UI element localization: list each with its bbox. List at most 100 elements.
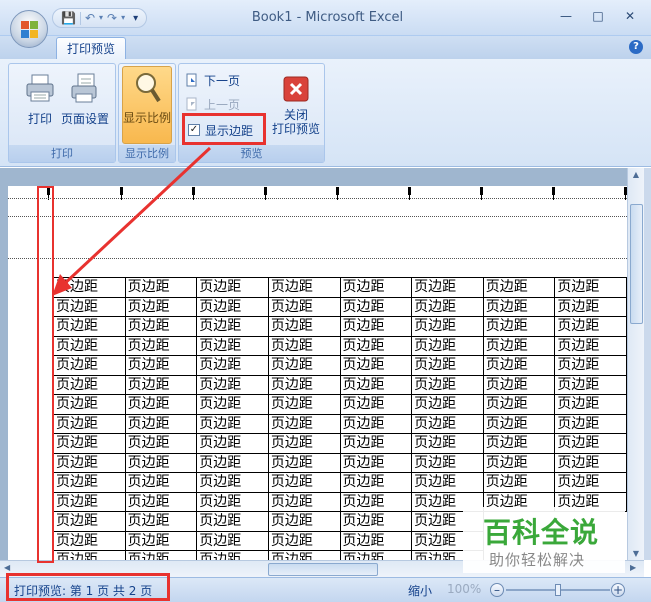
sheet-cell[interactable]: 页边距 [124, 374, 198, 395]
sheet-cell[interactable]: 页边距 [339, 433, 413, 454]
sheet-cell[interactable]: 页边距 [554, 316, 627, 337]
sheet-cell[interactable]: 页边距 [411, 433, 484, 454]
scroll-left-icon[interactable]: ◀ [4, 563, 10, 572]
sheet-cell[interactable]: 页边距 [554, 277, 627, 298]
vertical-scroll-thumb[interactable] [630, 204, 643, 324]
sheet-cell[interactable]: 页边距 [339, 374, 413, 395]
scroll-down-icon[interactable]: ▼ [631, 549, 641, 558]
sheet-cell[interactable]: 页边距 [267, 374, 341, 395]
zoom-button[interactable]: 显示比例 [122, 66, 172, 144]
sheet-cell[interactable]: 页边距 [482, 394, 556, 415]
sheet-cell[interactable]: 页边距 [124, 394, 198, 415]
sheet-cell[interactable]: 页边距 [554, 452, 627, 473]
sheet-cell[interactable]: 页边距 [53, 511, 126, 532]
sheet-cell[interactable]: 页边距 [339, 277, 413, 298]
sheet-cell[interactable]: 页边距 [196, 550, 269, 560]
sheet-cell[interactable]: 页边距 [53, 472, 126, 493]
sheet-cell[interactable]: 页边距 [196, 413, 269, 434]
sheet-cell[interactable]: 页边距 [482, 472, 556, 493]
sheet-cell[interactable]: 页边距 [196, 355, 269, 376]
sheet-cell[interactable]: 页边距 [339, 335, 413, 356]
sheet-cell[interactable]: 页边距 [53, 530, 126, 551]
sheet-cell[interactable]: 页边距 [196, 394, 269, 415]
sheet-cell[interactable]: 页边距 [196, 491, 269, 512]
sheet-cell[interactable]: 页边距 [482, 433, 556, 454]
sheet-cell[interactable]: 页边距 [124, 530, 198, 551]
sheet-cell[interactable]: 页边距 [267, 277, 341, 298]
sheet-cell[interactable]: 页边距 [53, 374, 126, 395]
print-button[interactable]: 打印 [15, 68, 65, 144]
close-preview-button[interactable]: 关闭 打印预览 [269, 68, 323, 144]
column-handle[interactable] [264, 187, 267, 200]
sheet-cell[interactable]: 页边距 [482, 277, 556, 298]
sheet-cell[interactable]: 页边距 [196, 472, 269, 493]
sheet-cell[interactable]: 页边距 [124, 355, 198, 376]
sheet-cell[interactable]: 页边距 [339, 394, 413, 415]
zoom-plus-icon[interactable]: + [611, 583, 625, 597]
sheet-cell[interactable]: 页边距 [267, 335, 341, 356]
sheet-cell[interactable]: 页边距 [482, 374, 556, 395]
vertical-scrollbar[interactable]: ▲ ▼ [627, 168, 644, 560]
sheet-cell[interactable]: 页边距 [339, 296, 413, 317]
help-icon[interactable]: ? [629, 40, 643, 54]
sheet-cell[interactable]: 页边距 [267, 452, 341, 473]
next-page-button[interactable]: 下一页 [185, 70, 240, 90]
sheet-cell[interactable]: 页边距 [554, 433, 627, 454]
sheet-cell[interactable]: 页边距 [267, 355, 341, 376]
previous-page-button[interactable]: 上一页 [185, 94, 240, 114]
column-handle[interactable] [408, 187, 411, 200]
page-setup-button[interactable]: 页面设置 [59, 68, 111, 144]
sheet-cell[interactable]: 页边距 [124, 335, 198, 356]
sheet-cell[interactable]: 页边距 [124, 413, 198, 434]
sheet-cell[interactable]: 页边距 [339, 355, 413, 376]
sheet-cell[interactable]: 页边距 [554, 296, 627, 317]
sheet-cell[interactable]: 页边距 [196, 511, 269, 532]
sheet-cell[interactable]: 页边距 [53, 433, 126, 454]
sheet-cell[interactable]: 页边距 [267, 296, 341, 317]
sheet-cell[interactable]: 页边距 [53, 394, 126, 415]
sheet-cell[interactable]: 页边距 [196, 374, 269, 395]
sheet-cell[interactable]: 页边距 [124, 296, 198, 317]
sheet-cell[interactable]: 页边距 [482, 335, 556, 356]
sheet-cell[interactable]: 页边距 [411, 277, 484, 298]
header-margin-line[interactable] [8, 216, 627, 217]
sheet-cell[interactable]: 页边距 [411, 374, 484, 395]
sheet-cell[interactable]: 页边距 [411, 316, 484, 337]
zoom-out-button[interactable]: 缩小 [408, 582, 432, 599]
sheet-cell[interactable]: 页边距 [482, 355, 556, 376]
sheet-cell[interactable]: 页边距 [124, 472, 198, 493]
tab-print-preview[interactable]: 打印预览 [56, 37, 126, 60]
sheet-cell[interactable]: 页边距 [554, 335, 627, 356]
content-top-line[interactable] [8, 258, 627, 259]
column-handle[interactable] [552, 187, 555, 200]
top-margin-line[interactable] [8, 198, 627, 199]
column-handle[interactable] [480, 187, 483, 200]
sheet-cell[interactable]: 页边距 [411, 296, 484, 317]
sheet-cell[interactable]: 页边距 [196, 316, 269, 337]
sheet-cell[interactable]: 页边距 [53, 316, 126, 337]
sheet-cell[interactable]: 页边距 [267, 530, 341, 551]
sheet-cell[interactable]: 页边距 [53, 296, 126, 317]
sheet-cell[interactable]: 页边距 [267, 394, 341, 415]
sheet-cell[interactable]: 页边距 [482, 413, 556, 434]
sheet-cell[interactable]: 页边距 [124, 277, 198, 298]
sheet-cell[interactable]: 页边距 [482, 452, 556, 473]
column-handle[interactable] [192, 187, 195, 200]
sheet-cell[interactable]: 页边距 [411, 452, 484, 473]
sheet-cell[interactable]: 页边距 [196, 277, 269, 298]
sheet-cell[interactable]: 页边距 [339, 413, 413, 434]
sheet-cell[interactable]: 页边距 [124, 433, 198, 454]
sheet-cell[interactable]: 页边距 [53, 550, 126, 560]
sheet-cell[interactable]: 页边距 [339, 316, 413, 337]
sheet-cell[interactable]: 页边距 [339, 550, 413, 560]
sheet-cell[interactable]: 页边距 [339, 530, 413, 551]
sheet-cell[interactable]: 页边距 [554, 374, 627, 395]
horizontal-scroll-thumb[interactable] [268, 563, 378, 576]
column-handle[interactable] [336, 187, 339, 200]
sheet-cell[interactable]: 页边距 [339, 472, 413, 493]
sheet-cell[interactable]: 页边距 [53, 413, 126, 434]
sheet-cell[interactable]: 页边距 [53, 355, 126, 376]
sheet-cell[interactable]: 页边距 [124, 550, 198, 560]
zoom-percent[interactable]: 100% [447, 582, 481, 596]
sheet-cell[interactable]: 页边距 [53, 491, 126, 512]
